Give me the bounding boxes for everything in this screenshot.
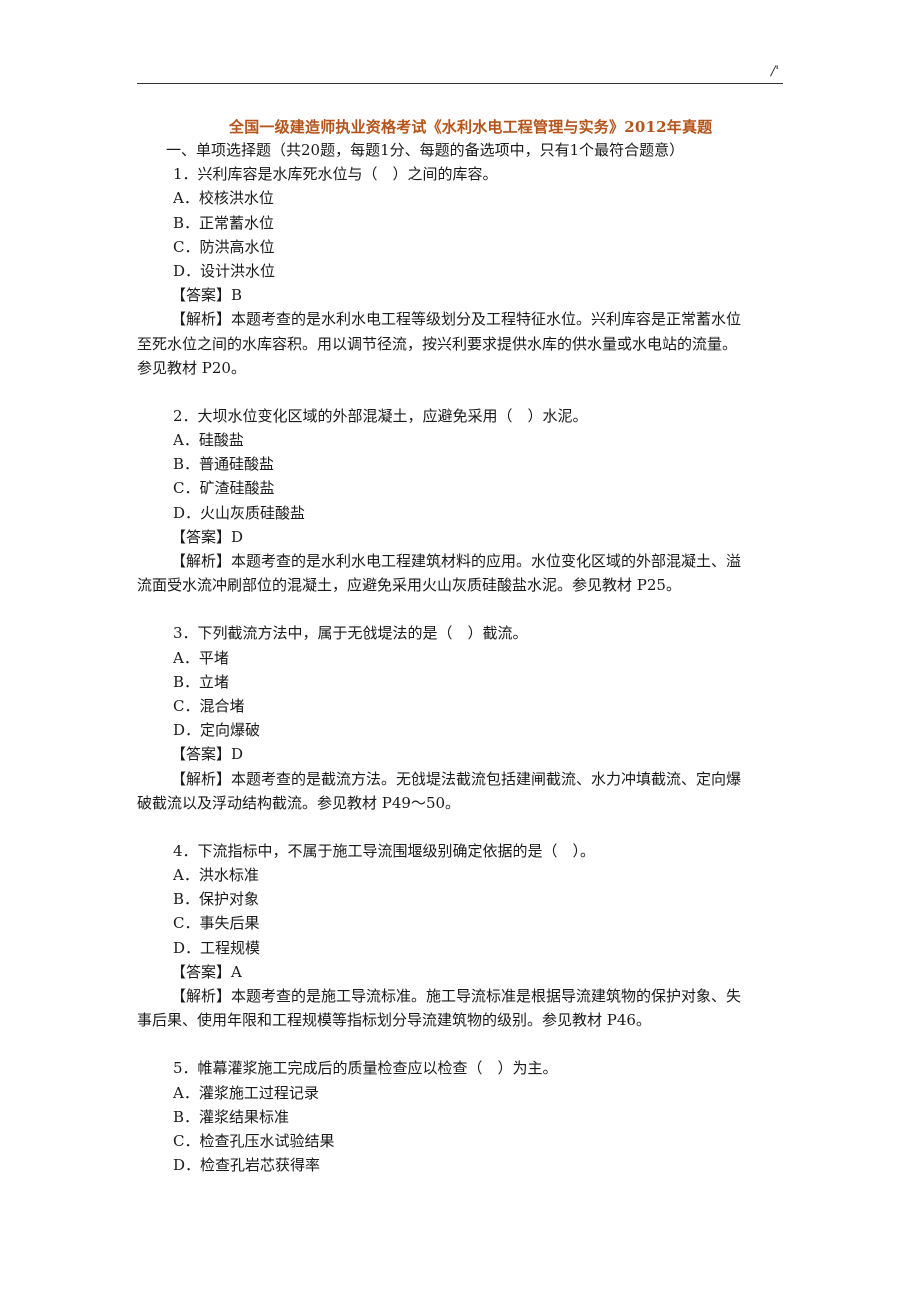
answer-option: B．正常蓄水位 [173, 213, 275, 232]
answer-option: D．设计洪水位 [173, 261, 276, 280]
answer-option: B．普通硅酸盐 [173, 455, 275, 474]
answer-option: C．事失后果 [173, 914, 260, 933]
question-stem: 1．兴利库容是水库死水位与（ ）之间的库容。 [173, 165, 498, 184]
answer-option: B．立堵 [173, 672, 230, 691]
answer-option: D．定向爆破 [173, 721, 261, 740]
answer-option: A．灌浆施工过程记录 [173, 1083, 319, 1102]
answer-option: D．工程规模 [173, 938, 261, 957]
explanation-first-line: 【解析】本题考查的是水利水电工程等级划分及工程特征水位。兴利库容是正常蓄水位 [171, 310, 742, 329]
question-spacer [166, 815, 786, 839]
explanation-line: 参见教材 P20。 [137, 358, 246, 377]
answer-option: B．灌浆结果标准 [173, 1107, 290, 1126]
answer-option: D．火山灰质硅酸盐 [173, 503, 306, 522]
answer-option: C．矿渣硅酸盐 [173, 479, 275, 498]
answer-option: C．检查孔压水试验结果 [173, 1131, 335, 1150]
section-heading: 一、单项选择题（共20题，每题1分、每题的备选项中，只有1个最符合题意） [166, 141, 685, 159]
answer-option: A．平堵 [173, 648, 229, 667]
explanation-line: 至死水位之间的水库容积。用以调节径流，按兴利要求提供水库的供水量或水电站的流量。 [137, 334, 738, 353]
question-stem: 5．帷幕灌浆施工完成后的质量检查应以检查（ ）为主。 [173, 1059, 558, 1078]
question-spacer [166, 597, 786, 621]
question-spacer [166, 1032, 786, 1056]
explanation-first-line: 【解析】本题考查的是截流方法。无戗堤法截流包括建闸截流、水力冲填截流、定向爆 [171, 769, 742, 788]
question-spacer [166, 380, 786, 404]
answer-option: C．混合堵 [173, 696, 245, 715]
question-block: 4．下流指标中，不属于施工导流围堰级别确定依据的是（ ）。 A．洪水标准 B．保护对… [137, 839, 786, 1033]
answer-option: C．防洪高水位 [173, 237, 275, 256]
explanation-line: 流面受水流冲刷部位的混凝土，应避免采用火山灰质硅酸盐水泥。参见教材 P25。 [137, 576, 681, 595]
answer-key: 【答案】D [171, 745, 244, 764]
question-stem: 4．下流指标中，不属于施工导流围堰级别确定依据的是（ ）。 [173, 841, 596, 860]
document-title: 全国一级建造师执业资格考试《水利水电工程管理与实务》2012年真题 [229, 118, 713, 136]
explanation-first-line: 【解析】本题考查的是水利水电工程建筑材料的应用。水位变化区域的外部混凝土、溢 [171, 552, 742, 570]
answer-key: 【答案】B [171, 286, 243, 305]
explanation-first-line: 【解析】本题考查的是施工导流标准。施工导流标准是根据导流建筑物的保护对象、失 [171, 987, 742, 1005]
question-stem: 3．下列截流方法中，属于无戗堤法的是（ ）截流。 [173, 624, 528, 643]
question-stem: 2．大坝水位变化区域的外部混凝土，应避免采用（ ）水泥。 [173, 406, 588, 425]
answer-key: 【答案】D [171, 527, 244, 546]
header-mark: /' [771, 64, 779, 79]
answer-key: 【答案】A [171, 962, 242, 981]
question-list: 1．兴利库容是水库死水位与（ ）之间的库容。 A．校核洪水位 B．正常蓄水位 C．防洪… [137, 162, 786, 1177]
answer-option: D．检查孔岩芯获得率 [173, 1156, 321, 1175]
explanation-line: 破截流以及浮动结构截流。参见教材 P49～50。 [137, 793, 461, 812]
document-body: 一、单项选择题（共20题，每题1分、每题的备选项中，只有1个最符合题意） 1．兴… [137, 138, 786, 1177]
answer-option: B．保护对象 [173, 890, 260, 909]
answer-option: A．硅酸盐 [173, 431, 244, 450]
question-block: 3．下列截流方法中，属于无戗堤法的是（ ）截流。 A．平堵 B．立堵 C．混合堵 D．定… [137, 621, 786, 815]
explanation-line: 事后果、使用年限和工程规模等指标划分导流建筑物的级别。参见教材 P46。 [137, 1011, 651, 1030]
answer-option: A．校核洪水位 [173, 189, 274, 208]
header-rule [137, 83, 783, 84]
question-block: 2．大坝水位变化区域的外部混凝土，应避免采用（ ）水泥。 A．硅酸盐 B．普通硅酸盐… [137, 404, 786, 598]
question-block: 1．兴利库容是水库死水位与（ ）之间的库容。 A．校核洪水位 B．正常蓄水位 C．防洪… [137, 162, 786, 380]
question-block: 5．帷幕灌浆施工完成后的质量检查应以检查（ ）为主。 A．灌浆施工过程记录 B．灌浆… [166, 1056, 786, 1177]
answer-option: A．洪水标准 [173, 866, 259, 885]
